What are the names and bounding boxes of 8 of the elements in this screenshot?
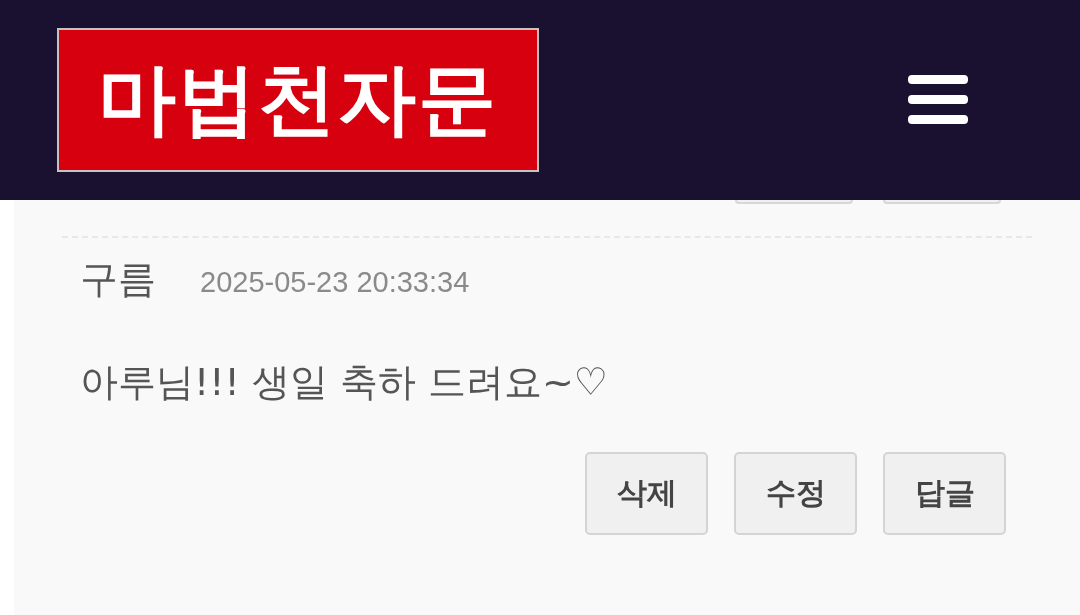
comment-action-button[interactable]: 수정 (734, 452, 857, 535)
menu-icon[interactable] (908, 75, 968, 125)
logo[interactable]: 마법천자문 (57, 28, 539, 172)
comment-action-button[interactable]: 삭제 (585, 452, 708, 535)
comment-author: 구름 (80, 256, 156, 303)
comment-date: 2025-05-23 20:33:34 (200, 266, 470, 299)
comment-action-button[interactable]: 답글 (883, 452, 1006, 535)
comment-text: 아루님!!! 생일 축하 드려요~♡ (80, 359, 609, 406)
